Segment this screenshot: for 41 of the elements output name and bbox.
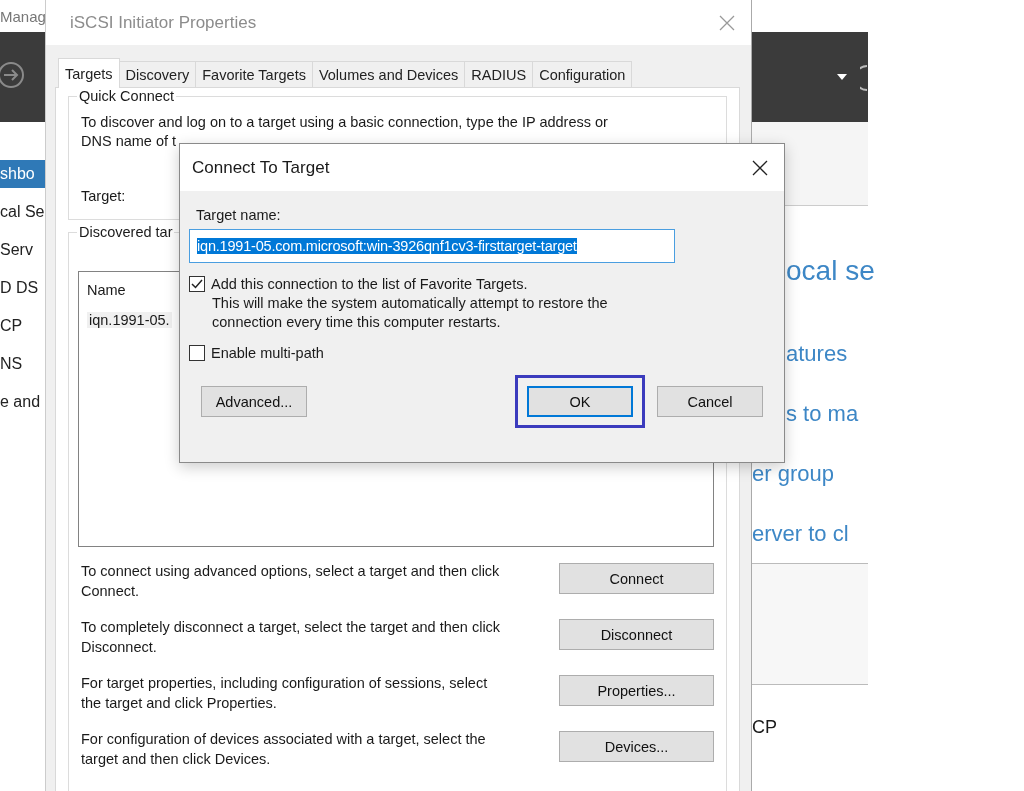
description-text: DNS name of t bbox=[81, 132, 178, 151]
group-title: Discovered tar bbox=[77, 224, 175, 240]
description-text: This will make the system automatically attempt to restore the connection every time this computer restarts. bbox=[211, 294, 609, 332]
link-text[interactable]: er group bbox=[752, 460, 868, 488]
nav-item[interactable]: D DS bbox=[0, 274, 45, 302]
nav-item[interactable]: NS bbox=[0, 350, 45, 378]
tab[interactable]: Targets bbox=[58, 58, 120, 88]
checkbox-label[interactable]: Add this connection to the list of Favorite Targets. bbox=[211, 276, 528, 292]
field-label: Target: bbox=[81, 188, 127, 204]
tile-label: CP bbox=[752, 716, 778, 738]
description-text: To completely disconnect a target, select the target and then click Disconnect. bbox=[80, 618, 501, 657]
description-text: For target properties, including configuration of sessions, select the target and click Properties. bbox=[80, 674, 489, 713]
nav-item[interactable]: cal Se bbox=[0, 198, 45, 226]
action-button[interactable]: Devices... bbox=[559, 731, 714, 762]
window-title: Manag bbox=[0, 7, 46, 25]
description-text: To connect using advanced options, select a target and then click Connect. bbox=[80, 562, 501, 601]
window-title: Connect To Target bbox=[192, 157, 330, 178]
nav-item[interactable]: Serv bbox=[0, 236, 45, 264]
checkbox[interactable] bbox=[189, 345, 205, 361]
description-text: To discover and log on to a target using a basic connection, type the IP address or bbox=[81, 113, 609, 132]
action-button[interactable]: Connect bbox=[559, 563, 714, 594]
nav-item[interactable]: shbo bbox=[0, 160, 45, 188]
nav-item[interactable]: CP bbox=[0, 312, 45, 340]
list-row[interactable]: iqn.1991-05. bbox=[87, 312, 172, 328]
nav-item[interactable]: e and bbox=[0, 388, 45, 416]
action-button[interactable]: Properties... bbox=[559, 675, 714, 706]
action-button[interactable]: Disconnect bbox=[559, 619, 714, 650]
checkbox-label[interactable]: Enable multi-path bbox=[211, 345, 324, 361]
target-name-field[interactable]: iqn.1991-05.com.microsoft:win-3926qnf1cv3-firsttarget-target bbox=[189, 229, 675, 263]
checkbox[interactable] bbox=[189, 276, 205, 292]
description-text: For configuration of devices associated with a target, select the target and then click Devices. bbox=[80, 730, 487, 769]
close-icon[interactable] bbox=[752, 159, 768, 176]
dialog-button[interactable]: OK bbox=[527, 386, 633, 417]
dialog-button[interactable]: Cancel bbox=[657, 386, 763, 417]
group-title: Quick Connect bbox=[77, 88, 177, 104]
tab[interactable]: Configuration bbox=[532, 61, 633, 87]
caret-icon[interactable] bbox=[837, 74, 847, 80]
link-text[interactable]: erver to cl bbox=[752, 520, 868, 548]
dialog-button[interactable]: Advanced... bbox=[201, 386, 307, 417]
window-title: iSCSI Initiator Properties bbox=[70, 12, 257, 33]
field-label: Target name: bbox=[195, 207, 282, 223]
